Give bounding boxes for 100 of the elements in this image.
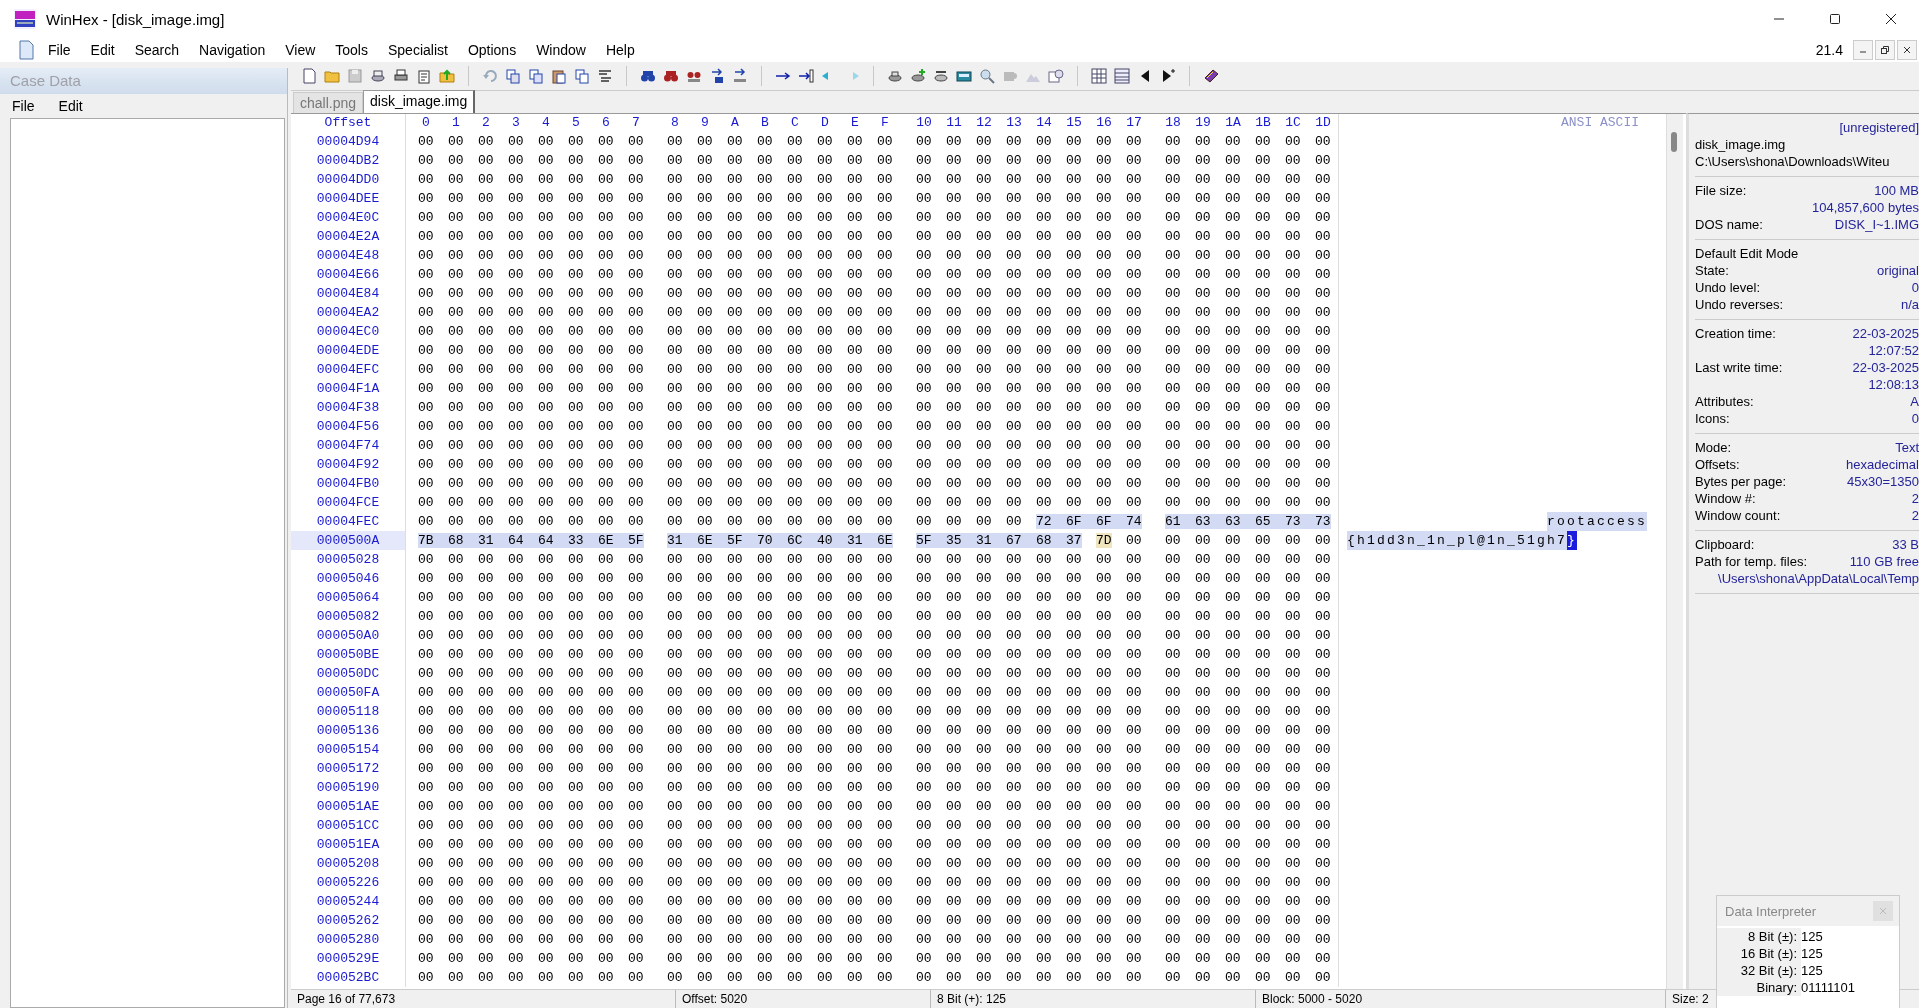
info-value: 22-03-2025 [1852,359,1919,376]
menu-item[interactable]: View [275,42,326,58]
hex-bytes: 00 00 00 00 00 00 [1164,285,1332,303]
column-header: 17 [1125,114,1143,132]
hex-bytes: 00 00 00 00 00 00 [1164,342,1332,360]
maximize-icon[interactable] [1829,13,1841,25]
close-icon[interactable] [1885,13,1897,25]
binoculars-icon[interactable] [663,68,679,84]
column-header: 10 [915,114,933,132]
info-value: 104,857,600 bytes [1811,199,1919,216]
copy-icon[interactable] [505,68,521,84]
offset-label: 00005280 [291,930,406,949]
hex-bytes: 00 00 00 00 00 00 [1164,665,1332,683]
hex-bytes: 00 00 00 00 00 00 [1164,380,1332,398]
hex-bytes: 00 [1126,533,1142,548]
hex-bytes: 00 00 00 00 00 00 00 00 [417,456,645,474]
hex-bytes: 00 00 00 00 00 00 00 00 [666,361,894,379]
disk-drive-icon[interactable] [910,68,926,84]
hex-bytes: 00 00 00 00 00 00 00 00 [666,893,894,911]
hex-bytes: 00 00 00 00 00 00 00 00 [915,285,1143,303]
info-value: 45x30=1350 [1847,473,1919,490]
field-label: Binary: [1717,979,1801,996]
offset-label: 000051AE [291,797,406,816]
copy-icon[interactable] [528,68,544,84]
paste-icon[interactable] [551,68,567,84]
offset-label: 000052BC [291,968,406,987]
menu-item[interactable]: Search [124,42,190,58]
menu-item[interactable]: File [0,98,47,114]
hex-bytes: 00 00 00 00 00 00 00 00 [666,817,894,835]
hex-bytes: 00 00 00 00 00 00 00 00 [417,855,645,873]
hex-bytes: 00 00 00 00 00 00 [1164,589,1332,607]
close-icon [1903,46,1911,54]
hex-bytes: 00 00 00 00 00 00 00 00 [915,475,1143,493]
column-header: 11 [945,114,963,132]
page-icon[interactable] [301,68,317,84]
grid-icon[interactable] [1114,68,1130,84]
info-value: n/a [1900,296,1919,313]
hex-bytes: 00 00 00 00 00 00 00 00 [666,798,894,816]
disk-drive-icon[interactable] [370,68,386,84]
scrollbar[interactable] [1666,114,1683,989]
hex-bytes: 00 00 00 00 00 00 00 00 [915,228,1143,246]
disk-drive-icon[interactable] [887,68,903,84]
goto-icon[interactable] [798,68,814,84]
offset-label: 00005154 [291,740,406,759]
column-header: 15 [1065,114,1083,132]
hex-bytes: 00 00 00 00 00 00 00 00 [417,703,645,721]
copy-icon[interactable] [574,68,590,84]
triangle-right-icon[interactable] [1160,68,1176,84]
replace-icon[interactable] [732,68,748,84]
hex-bytes: 00 00 00 00 00 00 00 00 [915,456,1143,474]
info-label: Clipboard: [1695,536,1756,553]
hex-bytes: 00 00 00 00 00 00 [1164,152,1332,170]
menu-item[interactable]: Options [457,42,527,58]
menu-item[interactable]: Edit [80,42,125,58]
menu-item[interactable]: Navigation [189,42,276,58]
close-button[interactable] [1897,40,1917,60]
hex-bytes: 00 00 00 00 00 00 00 00 [915,741,1143,759]
hex-bytes: 00 00 00 00 00 00 00 00 [915,209,1143,227]
folder-up-icon[interactable] [439,68,455,84]
column-header: B [760,114,770,132]
info-value: 100 MB [1874,182,1919,199]
hex-bytes: 00 00 00 00 00 00 00 00 [666,247,894,265]
menu-item[interactable]: Tools [325,42,378,58]
binoculars-icon[interactable] [640,68,656,84]
hex-bytes: 00 00 00 00 00 00 00 00 [915,779,1143,797]
info-label: Offsets: [1695,456,1741,473]
file-tab[interactable]: chall.png [293,92,364,113]
menu-item[interactable]: Help [595,42,645,58]
cursor-character: } [1567,531,1578,550]
info-value: \Users\shona\AppData\Local\Temp [1717,570,1919,587]
selected-bytes: 31 6E 5F 70 6C 40 31 6E [667,533,893,548]
clipboard-icon[interactable] [416,68,432,84]
replace-icon[interactable] [709,68,725,84]
printer-icon[interactable] [393,68,409,84]
column-header: 18 [1164,114,1182,132]
menu-item[interactable]: Window [526,42,596,58]
hex-bytes: 00 00 00 00 00 00 00 00 [915,399,1143,417]
calculator-icon[interactable] [956,68,972,84]
menu-item[interactable]: File [38,42,81,58]
magnifier-icon[interactable] [979,68,995,84]
info-label: Attributes: [1695,393,1755,410]
hex-bytes: 00 00 00 00 00 00 [1164,798,1332,816]
restore-button[interactable] [1875,40,1895,60]
menu-item[interactable]: Edit [46,98,95,114]
book-icon[interactable] [1203,68,1219,84]
file-tab[interactable]: disk_image.img [363,90,476,113]
info-text: C:\Users\shona\Downloads\Witeu [1695,153,1891,170]
info-value: 12:07:52 [1867,342,1919,359]
info-value: A [1910,393,1919,410]
hex-bytes: 00 00 00 00 00 00 00 00 [417,817,645,835]
column-header: 6 [601,114,611,132]
info-label: File size: [1695,182,1748,199]
column-header: 1B [1254,114,1272,132]
hex-bytes: 00 00 00 00 00 00 00 00 [666,855,894,873]
menu-item[interactable]: Specialist [378,42,458,58]
info-value: 22-03-2025 [1852,325,1919,342]
disk-drive-icon[interactable] [933,68,949,84]
field-value: 125 [1801,945,1823,962]
info-label: Last write time: [1695,359,1784,376]
grid-icon[interactable] [1091,68,1107,84]
